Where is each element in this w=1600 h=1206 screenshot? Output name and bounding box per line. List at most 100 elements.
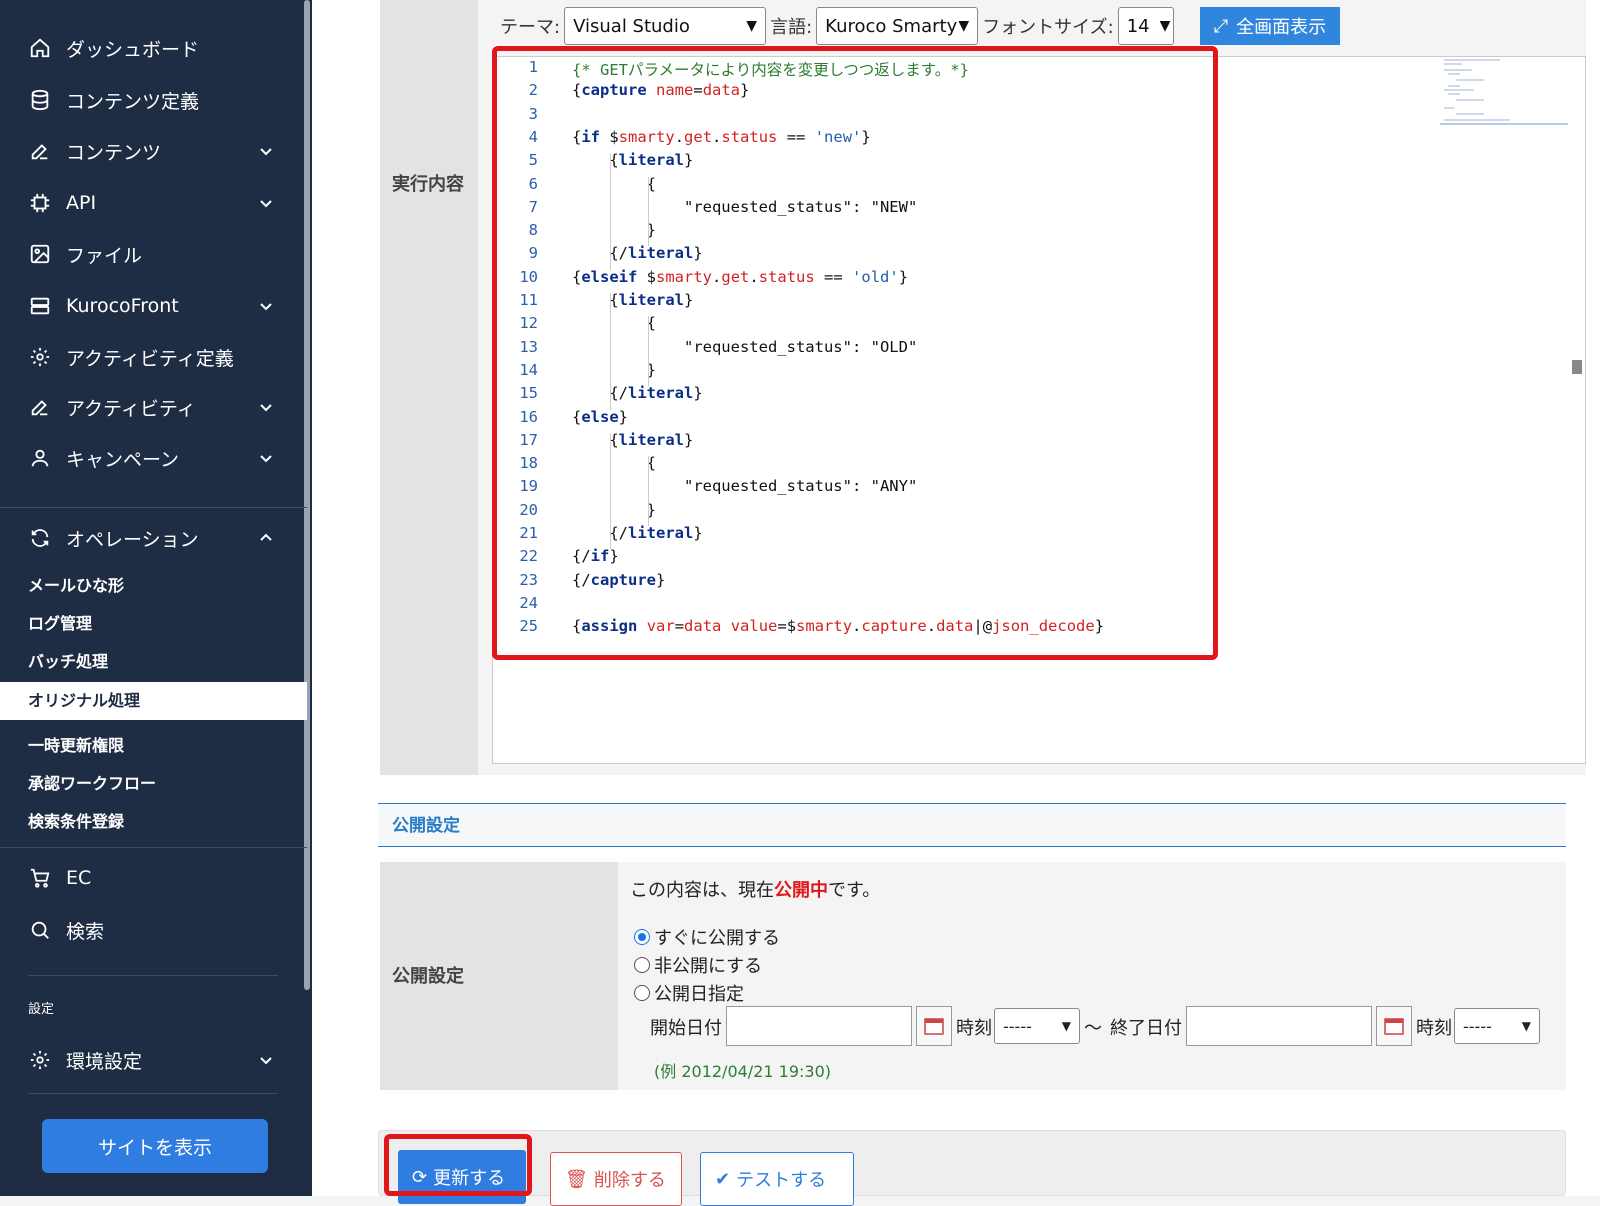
sidebar-item-label: コンテンツ定義 — [66, 90, 200, 113]
delete-button-label: 削除する — [593, 1170, 666, 1191]
sidebar-subitem-log[interactable]: ログ管理 — [28, 610, 92, 634]
sidebar-item-label: EC — [66, 867, 92, 889]
theme-select[interactable]: Visual Studio ▼ — [564, 7, 767, 45]
start-time-select[interactable]: ----- ▼ — [994, 1008, 1080, 1044]
server-icon — [28, 294, 52, 318]
check-icon: ✔ — [715, 1168, 731, 1190]
home-icon — [28, 36, 52, 60]
sidebar-subitem-temp-permission[interactable]: 一時更新権限 — [28, 732, 124, 756]
radio-schedule[interactable]: 公開日指定 — [634, 980, 744, 1006]
sidebar-item-content[interactable]: コンテンツ — [28, 131, 278, 171]
radio-button[interactable] — [634, 985, 650, 1001]
fullscreen-button-label: 全画面表示 — [1236, 17, 1327, 38]
fontsize-select[interactable]: 14 ▼ — [1117, 7, 1174, 45]
start-date-input[interactable] — [726, 1006, 912, 1046]
end-time-select[interactable]: ----- ▼ — [1454, 1008, 1540, 1044]
fontsize-select-value: 14 — [1126, 15, 1150, 37]
radio-publish-now[interactable]: すぐに公開する — [634, 924, 780, 950]
test-button[interactable]: ✔ テストする — [700, 1152, 854, 1206]
calendar-icon[interactable] — [916, 1006, 952, 1046]
sidebar-item-label: キャンペーン — [66, 448, 180, 471]
start-date-label: 開始日付 — [650, 1018, 722, 1039]
view-site-button[interactable]: サイトを表示 — [42, 1119, 268, 1173]
expand-icon: ⤢ — [1213, 15, 1229, 37]
chevron-down-icon: ▼ — [1061, 1019, 1071, 1033]
sidebar-divider — [0, 847, 307, 848]
sidebar-item-search[interactable]: 検索 — [28, 910, 278, 950]
sidebar-item-label: API — [66, 192, 97, 214]
sidebar-item-label: アクティビティ定義 — [66, 347, 234, 370]
database-icon — [28, 88, 52, 112]
sidebar-divider — [28, 975, 278, 976]
publish-row-label: 公開設定 — [392, 966, 464, 987]
sidebar-item-campaign[interactable]: キャンペーン — [28, 438, 278, 478]
chevron-down-icon — [260, 148, 272, 156]
code-row-label: 実行内容 — [392, 174, 464, 195]
sidebar-item-kurocofront[interactable]: KurocoFront — [28, 286, 278, 326]
end-date-input[interactable] — [1186, 1006, 1372, 1046]
sidebar-item-settings[interactable]: 環境設定 — [28, 1040, 278, 1080]
publish-section-title: 公開設定 — [378, 803, 1566, 847]
sidebar-item-file[interactable]: ファイル — [28, 234, 278, 274]
radio-button[interactable] — [634, 957, 650, 973]
gear-icon — [28, 345, 52, 369]
sidebar-divider — [0, 507, 307, 508]
chevron-up-icon — [260, 533, 272, 541]
theme-label: テーマ: — [500, 17, 561, 38]
language-label: 言語: — [770, 17, 813, 38]
publish-row-label-cell: 公開設定 — [380, 862, 618, 1090]
code-minimap[interactable] — [1440, 56, 1568, 126]
sidebar-item-api[interactable]: API — [28, 183, 278, 223]
fontsize-label: フォントサイズ: — [982, 17, 1114, 38]
calendar-icon[interactable] — [1376, 1006, 1412, 1046]
delete-button[interactable]: 🗑 削除する — [550, 1152, 682, 1206]
cart-icon — [28, 866, 52, 890]
chip-icon — [28, 191, 52, 215]
sidebar-subitem-original-process[interactable]: オリジナル処理 — [0, 682, 307, 720]
sidebar-item-ec[interactable]: EC — [28, 858, 278, 898]
sidebar-scrollbar[interactable] — [304, 0, 310, 990]
chevron-down-icon: ▼ — [1521, 1019, 1531, 1033]
sidebar-item-label: 環境設定 — [66, 1050, 143, 1073]
sidebar-item-label: アクティビティ — [66, 397, 196, 420]
language-select[interactable]: Kuroco Smarty ▼ — [816, 7, 979, 45]
chevron-down-icon: ▼ — [746, 18, 758, 34]
sidebar-subitem-approval-workflow[interactable]: 承認ワークフロー — [28, 770, 156, 794]
radio-label: すぐに公開する — [654, 928, 780, 949]
refresh-icon — [28, 526, 52, 550]
sidebar-subitem-mail-template[interactable]: メールひな形 — [28, 572, 124, 596]
end-date-label: 終了日付 — [1110, 1018, 1182, 1039]
editor-toolbar: テーマ: Visual Studio ▼ 言語: Kuroco Smarty ▼ フ… — [500, 6, 1341, 46]
editor-scroll-thumb[interactable] — [1572, 360, 1582, 374]
chevron-down-icon — [260, 455, 272, 463]
sidebar-item-operation[interactable]: オペレーション — [28, 518, 278, 558]
sidebar-item-content-definition[interactable]: コンテンツ定義 — [28, 80, 278, 120]
fullscreen-button[interactable]: ⤢ 全画面表示 — [1199, 7, 1341, 45]
sidebar-item-dashboard[interactable]: ダッシュボード — [28, 28, 278, 68]
radio-button[interactable] — [634, 929, 650, 945]
chevron-down-icon — [260, 404, 272, 412]
sidebar-item-label: 検索 — [66, 920, 105, 943]
radio-label: 非公開にする — [654, 956, 763, 977]
image-icon — [28, 242, 52, 266]
start-time-label: 時刻 — [956, 1018, 992, 1039]
publish-status-suffix: です。 — [828, 880, 881, 901]
radio-unpublish[interactable]: 非公開にする — [634, 952, 762, 978]
sidebar-item-label: ファイル — [66, 244, 143, 267]
settings-heading: 設定 — [28, 1002, 55, 1017]
chevron-down-icon: ▼ — [1159, 18, 1171, 34]
sidebar-item-label: コンテンツ — [66, 141, 162, 164]
highlight-box-code — [492, 46, 1218, 660]
sidebar: ダッシュボード コンテンツ定義 コンテンツ API ファイル KurocoFro… — [0, 0, 312, 1196]
sidebar-item-activity[interactable]: アクティビティ — [28, 387, 278, 427]
date-example: (例 2012/04/21 19:30) — [654, 1062, 831, 1081]
sidebar-item-activity-definition[interactable]: アクティビティ定義 — [28, 337, 278, 377]
sidebar-subitem-search-conditions[interactable]: 検索条件登録 — [28, 808, 124, 832]
sidebar-item-label: オペレーション — [66, 528, 199, 551]
radio-label: 公開日指定 — [654, 984, 744, 1005]
sidebar-item-label: KurocoFront — [66, 295, 179, 317]
sidebar-subitem-batch[interactable]: バッチ処理 — [28, 648, 108, 672]
end-time-label: 時刻 — [1416, 1018, 1452, 1039]
end-time-value: ----- — [1463, 1016, 1492, 1036]
sidebar-divider — [28, 1093, 278, 1094]
